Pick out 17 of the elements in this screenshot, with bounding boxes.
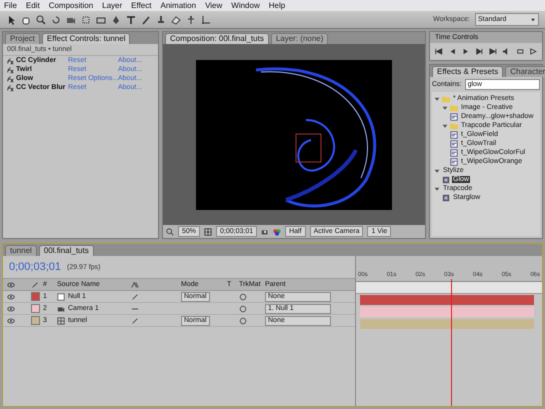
menu-item[interactable]: Animation [160, 1, 196, 10]
panel-tab[interactable]: tunnel [5, 245, 37, 256]
panel-tab[interactable]: Project [5, 33, 40, 44]
menu-item[interactable]: Window [231, 1, 260, 10]
menu-item[interactable]: File [4, 1, 17, 10]
menu-item[interactable]: Layer [102, 1, 122, 10]
menu-item[interactable]: Composition [48, 1, 94, 10]
panel-tab[interactable]: Layer: (none) [270, 33, 328, 44]
panel-tab[interactable]: Effects & Presets [432, 66, 504, 77]
menu-item[interactable]: Help [268, 1, 286, 10]
panel-tab[interactable]: Effect Controls: tunnel [42, 33, 130, 44]
menu-item[interactable]: Edit [26, 1, 40, 10]
panel-tab[interactable]: Character [505, 66, 545, 77]
panel-tab[interactable]: Composition: 00l.final_tuts [165, 33, 269, 44]
menu-item[interactable]: Effect [131, 1, 152, 10]
menu-item[interactable]: View [205, 1, 222, 10]
panel-tab[interactable]: 00l.final_tuts [38, 245, 94, 256]
